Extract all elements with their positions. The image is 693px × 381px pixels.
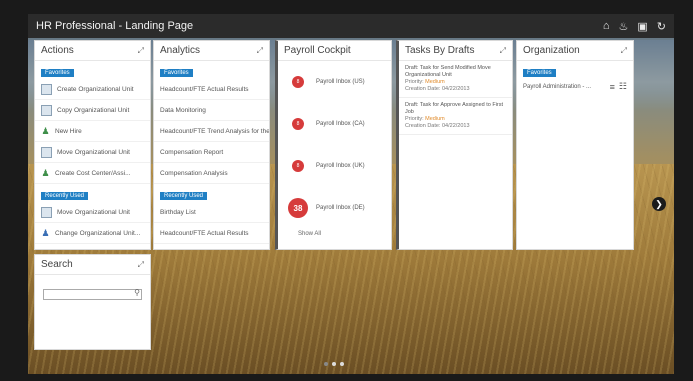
drafts-tile-title: Tasks By Drafts bbox=[405, 45, 475, 56]
organization-tile-title: Organization bbox=[523, 45, 580, 56]
payroll-cockpit-tile: Payroll Cockpit 8 Payroll Inbox (US) 8 Pay… bbox=[275, 40, 392, 250]
page-dot[interactable] bbox=[324, 362, 328, 366]
refresh-icon[interactable]: ↻ bbox=[657, 20, 666, 33]
analytics-item[interactable]: Headcount/FTE Actual Results bbox=[154, 79, 269, 100]
org-unit-icon bbox=[41, 83, 52, 95]
draft-item[interactable]: Draft: Task for Approve Assigned to Firs… bbox=[399, 98, 512, 135]
payroll-inbox-item[interactable]: 8 Payroll Inbox (UK) bbox=[278, 145, 391, 187]
draft-title: Draft: Task for Send Modified Move Organ… bbox=[405, 65, 491, 78]
organization-tile-header: Organization ⤢ bbox=[517, 41, 633, 61]
action-item[interactable]: ♟ Create Cost Center/Assi... bbox=[35, 163, 150, 184]
favorites-tag: Favorites bbox=[41, 69, 74, 77]
payroll-tile-title: Payroll Cockpit bbox=[284, 45, 351, 56]
search-icon[interactable]: ⚲ bbox=[134, 288, 140, 297]
organization-item-label: Payroll Administration - ... bbox=[523, 83, 592, 90]
drafts-tile-header: Tasks By Drafts ⤢ bbox=[399, 41, 512, 61]
priority-label: Priority: bbox=[405, 116, 424, 122]
actions-tile: Actions ⤢ Favorites Create Organizationa… bbox=[34, 40, 151, 250]
home-icon[interactable]: ⌂ bbox=[603, 20, 610, 32]
analytics-item[interactable]: Headcount/FTE Trend Analysis for the bbox=[154, 121, 269, 142]
bell-icon[interactable]: ♨ bbox=[619, 20, 629, 33]
payroll-inbox-item[interactable]: 38 Payroll Inbox (DE) bbox=[278, 187, 391, 229]
expand-icon[interactable]: ⤢ bbox=[257, 46, 263, 56]
title-bar: HR Professional - Landing Page ⌂ ♨ ▣ ↻ bbox=[28, 14, 674, 38]
payroll-tile-header: Payroll Cockpit bbox=[278, 41, 391, 61]
expand-icon[interactable]: ⤢ bbox=[500, 46, 506, 56]
organization-item[interactable]: Payroll Administration - ... ≡ ☷ bbox=[517, 79, 633, 94]
person-icon: ♟ bbox=[41, 125, 50, 136]
page-dot[interactable] bbox=[340, 362, 344, 366]
analytics-tile-header: Analytics ⤢ bbox=[154, 41, 269, 61]
action-item[interactable]: ♟ Change Organizational Unit... bbox=[35, 223, 150, 244]
person-icon: ♟ bbox=[41, 167, 50, 178]
search-tile-header: Search ⤢ bbox=[35, 255, 150, 275]
search-input[interactable]: ⚲ bbox=[43, 288, 142, 300]
action-item[interactable]: Move Organizational Unit bbox=[35, 202, 150, 223]
analytics-tile-title: Analytics bbox=[160, 45, 201, 56]
desktop-background: HR Professional - Landing Page ⌂ ♨ ▣ ↻ A… bbox=[28, 14, 674, 374]
draft-title: Draft: Task for Approve Assigned to Firs… bbox=[405, 102, 504, 115]
analytics-item[interactable]: Data Monitoring bbox=[154, 100, 269, 121]
draft-item[interactable]: Draft: Task for Send Modified Move Organ… bbox=[399, 61, 512, 98]
count-badge: 8 bbox=[292, 76, 304, 88]
actions-tile-title: Actions bbox=[41, 45, 74, 56]
search-tile-title: Search bbox=[41, 259, 73, 270]
recently-used-tag: Recently Used bbox=[41, 192, 89, 200]
analytics-item[interactable]: Headcount/FTE Actual Results bbox=[154, 223, 269, 244]
count-badge: 38 bbox=[288, 198, 308, 218]
title-bar-icons: ⌂ ♨ ▣ ↻ bbox=[603, 20, 666, 33]
org-chart-icon[interactable]: ☷ bbox=[619, 81, 627, 92]
expand-icon[interactable]: ⤢ bbox=[138, 260, 144, 270]
analytics-item[interactable]: Birthday List bbox=[154, 202, 269, 223]
expand-icon[interactable]: ⤢ bbox=[138, 46, 144, 56]
analytics-item[interactable]: Compensation Analysis bbox=[154, 163, 269, 184]
list-icon[interactable]: ≡ bbox=[610, 82, 615, 92]
action-item[interactable]: Copy Organizational Unit bbox=[35, 100, 150, 121]
analytics-tile: Analytics ⤢ Favorites Headcount/FTE Actu… bbox=[153, 40, 270, 250]
recently-used-tag: Recently Used bbox=[160, 192, 208, 200]
search-tile: Search ⤢ ⚲ bbox=[34, 254, 151, 350]
page-indicator bbox=[324, 362, 344, 366]
creation-date: Creation Date: 04/22/2013 bbox=[405, 86, 470, 92]
priority-label: Priority: bbox=[405, 79, 424, 85]
creation-date: Creation Date: 04/22/2013 bbox=[405, 123, 470, 129]
count-badge: 8 bbox=[292, 118, 304, 130]
org-unit-icon bbox=[41, 206, 52, 218]
show-all-link[interactable]: Show All bbox=[278, 229, 391, 239]
analytics-item[interactable]: Compensation Report bbox=[154, 142, 269, 163]
tasks-by-drafts-tile: Tasks By Drafts ⤢ Draft: Task for Send M… bbox=[396, 40, 513, 250]
expand-icon[interactable]: ⤢ bbox=[621, 46, 627, 56]
page-dot[interactable] bbox=[332, 362, 336, 366]
window-title: HR Professional - Landing Page bbox=[36, 20, 194, 32]
priority-value: Medium bbox=[425, 116, 445, 122]
action-item[interactable]: Create Organizational Unit bbox=[35, 79, 150, 100]
action-item[interactable]: ♟ New Hire bbox=[35, 121, 150, 142]
payroll-inbox-item[interactable]: 8 Payroll Inbox (US) bbox=[278, 61, 391, 103]
save-icon[interactable]: ▣ bbox=[637, 20, 647, 33]
favorites-tag: Favorites bbox=[160, 69, 193, 77]
action-item[interactable]: Move Organizational Unit bbox=[35, 142, 150, 163]
favorites-tag: Favorites bbox=[523, 69, 556, 77]
person-icon: ♟ bbox=[41, 227, 50, 238]
organization-tile: Organization ⤢ Favorites Payroll Adminis… bbox=[516, 40, 634, 250]
payroll-inbox-item[interactable]: 8 Payroll Inbox (CA) bbox=[278, 103, 391, 145]
priority-value: Medium bbox=[425, 79, 445, 85]
org-unit-icon bbox=[41, 146, 52, 158]
org-unit-icon bbox=[41, 104, 52, 116]
next-page-icon[interactable]: ❯ bbox=[652, 197, 666, 211]
count-badge: 8 bbox=[292, 160, 304, 172]
actions-tile-header: Actions ⤢ bbox=[35, 41, 150, 61]
